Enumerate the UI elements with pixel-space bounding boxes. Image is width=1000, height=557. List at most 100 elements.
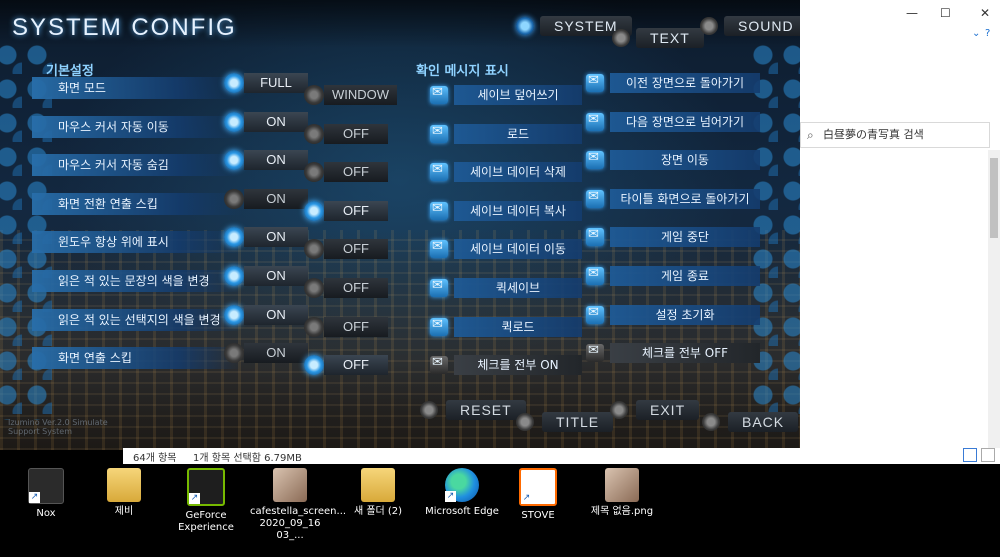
desktop-icon[interactable]: ↗ Nox	[6, 468, 86, 520]
message-checkbox-left[interactable]: 퀵세이브	[430, 277, 582, 299]
radio-icon	[224, 73, 244, 93]
message-checkbox-right[interactable]: 게임 종료	[586, 265, 760, 287]
reset-button[interactable]: RESET	[420, 399, 526, 421]
option-6-1[interactable]: ON	[224, 304, 308, 326]
title-button[interactable]: TITLE	[516, 411, 614, 433]
message-checkbox-left[interactable]: 로드	[430, 123, 582, 145]
message-checkbox-right[interactable]: 이전 장면으로 돌아가기	[586, 72, 760, 94]
mail-check-icon	[430, 201, 448, 220]
desktop-icon[interactable]: 제비	[84, 468, 164, 518]
option-4-1[interactable]: ON	[224, 226, 308, 248]
home-icon	[516, 413, 534, 431]
mail-check-icon	[586, 150, 604, 170]
radio-icon	[224, 343, 244, 364]
radio-icon	[304, 123, 324, 144]
radio-icon	[224, 150, 244, 171]
desktop-icon[interactable]: 새 폴더 (2)	[338, 468, 418, 518]
setting-label: 화면 모드	[32, 77, 242, 99]
mail-check-icon	[430, 355, 448, 375]
status-bar: 64개 항목 1개 항목 선택함 6.79MB	[123, 448, 1000, 464]
details-view-icon[interactable]	[963, 448, 977, 462]
help-icon[interactable]: ?	[985, 28, 990, 39]
folder-icon	[361, 468, 395, 502]
desktop-icon[interactable]: ↗ STOVE	[498, 468, 578, 522]
search-input[interactable]: ⌕ 白昼夢の青写真 검색	[800, 122, 990, 148]
message-checkbox-right[interactable]: 체크를 전부 OFF	[586, 342, 760, 364]
radio-icon	[304, 162, 324, 183]
message-checkbox-right[interactable]: 다음 장면으로 넘어가기	[586, 111, 760, 133]
mail-check-icon	[430, 162, 448, 182]
desktop-icon[interactable]: cafestella_screen... 2020_09_16 03_...	[250, 468, 346, 542]
desktop-icon[interactable]: ↗ GeForce Experience	[166, 468, 246, 534]
mail-check-icon	[430, 239, 448, 259]
scrollbar-thumb[interactable]	[990, 158, 998, 238]
mail-check-icon	[586, 189, 604, 208]
setting-label: 읽은 적 있는 선택지의 색을 변경	[32, 308, 242, 331]
option-0-1[interactable]: FULL	[224, 72, 308, 94]
desktop-icon[interactable]: ↗ Microsoft Edge	[422, 468, 502, 518]
message-checkbox-left[interactable]: 세이브 데이터 삭제	[430, 161, 582, 183]
message-checkbox-left[interactable]: 체크를 전부 ON	[430, 354, 582, 376]
mail-check-icon	[586, 266, 604, 285]
message-checkbox-left[interactable]: 세이브 데이터 이동	[430, 238, 582, 260]
message-checkbox-right[interactable]: 장면 이동	[586, 149, 760, 171]
option-2-2[interactable]: OFF	[304, 161, 388, 183]
option-3-2[interactable]: OFF	[304, 200, 388, 222]
mail-check-icon	[586, 112, 604, 131]
scrollbar[interactable]	[988, 150, 1000, 450]
option-2-1[interactable]: ON	[224, 149, 308, 171]
option-6-2[interactable]: OFF	[304, 316, 388, 338]
option-7-1[interactable]: ON	[224, 342, 308, 364]
setting-label: 화면 전환 연출 스킵	[32, 192, 242, 215]
option-4-2[interactable]: OFF	[304, 238, 388, 260]
radio-icon	[304, 239, 324, 260]
desktop: ↗ Nox 제비 ↗ GeForce Experience cafestella_…	[0, 464, 1000, 557]
mail-check-icon	[586, 73, 604, 92]
mail-check-icon	[430, 278, 448, 297]
option-5-1[interactable]: ON	[224, 265, 308, 287]
radio-icon	[304, 200, 324, 221]
mail-check-icon	[586, 343, 604, 363]
option-1-2[interactable]: OFF	[304, 123, 388, 145]
message-checkbox-left[interactable]: 세이브 덮어쓰기	[430, 84, 582, 106]
radio-icon	[304, 278, 324, 298]
message-checkbox-right[interactable]: 타이틀 화면으로 돌아가기	[586, 188, 760, 210]
mail-check-icon	[430, 85, 448, 104]
desktop-icon[interactable]: 제목 없음.png	[582, 468, 662, 518]
message-settings-heading: 확인 메시지 표시	[416, 64, 509, 79]
radio-icon	[224, 111, 244, 132]
message-checkbox-right[interactable]: 설정 초기화	[586, 304, 760, 326]
large-icons-view-icon[interactable]	[981, 448, 995, 462]
option-5-2[interactable]: OFF	[304, 277, 388, 299]
geforce-icon: ↗	[187, 468, 225, 506]
back-icon	[702, 413, 720, 431]
message-checkbox-left[interactable]: 세이브 데이터 복사	[430, 200, 582, 222]
option-1-1[interactable]: ON	[224, 111, 308, 133]
selection-info: 1개 항목 선택함 6.79MB	[193, 453, 302, 464]
item-count: 64개 항목	[133, 453, 177, 464]
maximize-button[interactable]: ☐	[940, 6, 951, 20]
radio-icon	[304, 355, 324, 376]
search-icon: ⌕	[807, 128, 814, 142]
nav-sound[interactable]: SOUND	[700, 15, 800, 37]
exit-button[interactable]: EXIT	[610, 399, 700, 421]
option-7-2[interactable]: OFF	[304, 354, 388, 376]
nav-text[interactable]: TEXT	[612, 27, 704, 49]
shortcut-arrow-icon: ↗	[445, 491, 456, 502]
nox-icon: ↗	[28, 468, 64, 504]
setting-label: 윈도우 항상 위에 표시	[32, 231, 242, 254]
page-title: SYSTEM CONFIG	[12, 14, 237, 41]
version-text: Izumino Ver.2.0 Simulate Support System	[8, 418, 108, 436]
close-button[interactable]: ✕	[980, 6, 990, 20]
message-checkbox-left[interactable]: 퀵로드	[430, 316, 582, 338]
chevron-down-icon[interactable]: ⌄	[972, 28, 980, 39]
edge-icon: ↗	[445, 468, 479, 502]
back-button[interactable]: BACK	[702, 411, 799, 433]
minimize-button[interactable]: —	[906, 6, 918, 20]
setting-label: 읽은 적 있는 문장의 색을 변경	[32, 270, 242, 292]
option-3-1[interactable]: ON	[224, 188, 308, 210]
shortcut-arrow-icon: ↗	[29, 492, 40, 503]
message-checkbox-right[interactable]: 게임 중단	[586, 226, 760, 248]
setting-label: 화면 연출 스킵	[32, 347, 242, 370]
option-0-2[interactable]: WINDOW	[304, 84, 398, 106]
